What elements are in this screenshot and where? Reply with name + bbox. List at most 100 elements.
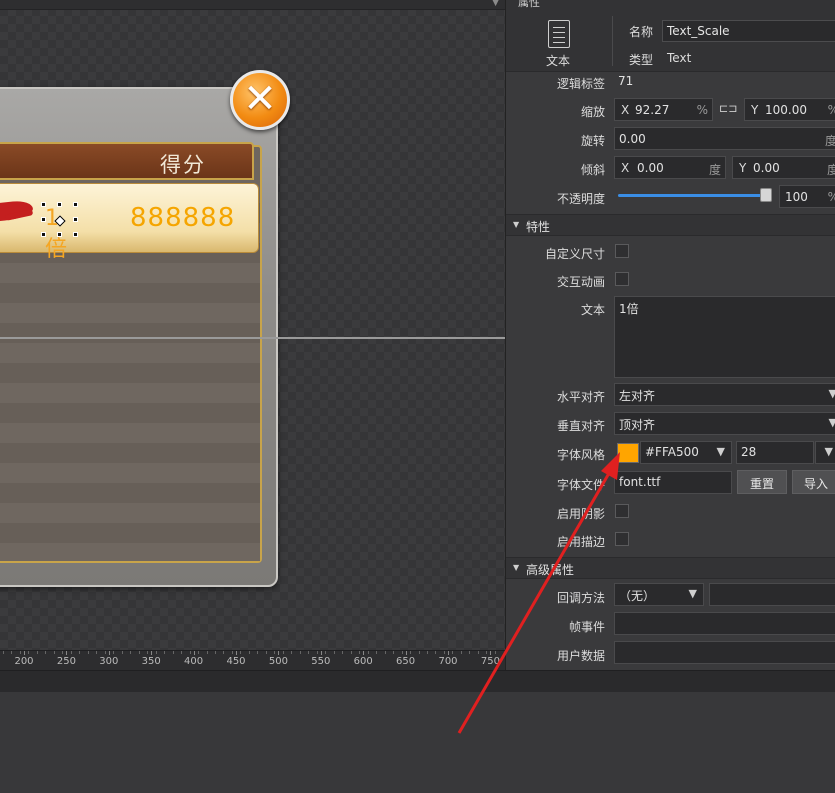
skew-y-value[interactable]: 0.00	[753, 161, 780, 175]
scene-canvas[interactable]: ▼ 得分 1倍 888888 ✕	[0, 0, 505, 650]
v-align-label: 垂直对齐	[556, 419, 605, 433]
scale-x-value[interactable]: 92.27	[635, 103, 669, 117]
opacity-value[interactable]: 100	[785, 190, 808, 204]
font-color-dropdown[interactable]: #FFA500 ▼	[640, 441, 732, 464]
ruler-tick-label: 350	[141, 656, 161, 667]
font-color-swatch[interactable]	[617, 443, 639, 463]
opacity-slider-handle[interactable]	[760, 188, 772, 202]
text-label: 文本	[580, 303, 605, 317]
ruler-minor-tick	[79, 651, 81, 654]
h-align-value: 左对齐	[619, 389, 656, 403]
close-button[interactable]: ✕	[230, 70, 290, 130]
font-size-dropdown[interactable]: ▼	[815, 441, 835, 464]
resize-handle-right[interactable]	[73, 217, 78, 222]
scale-y-prefix: Y	[751, 103, 759, 117]
ruler-minor-tick	[282, 651, 284, 654]
resize-handle-bottom-right[interactable]	[73, 232, 78, 237]
ruler-tick-mark	[278, 651, 280, 655]
interactive-anim-checkbox[interactable]	[615, 272, 629, 286]
frame-event-field[interactable]	[614, 612, 835, 635]
ruler-minor-tick	[121, 651, 123, 654]
canvas-toolbar: ▼	[0, 0, 505, 10]
v-align-dropdown[interactable]: 顶对齐 ▼	[614, 412, 835, 435]
ruler-minor-tick	[350, 651, 352, 654]
skew-y-field[interactable]: Y 0.00 度	[732, 156, 835, 179]
ruler-minor-tick	[274, 651, 276, 654]
skew-x-unit: 度	[708, 163, 721, 177]
font-size-field[interactable]: 28	[736, 441, 814, 464]
skew-label: 倾斜	[580, 163, 605, 177]
ruler-minor-tick	[87, 651, 89, 654]
logic-tag-field[interactable]: 71	[614, 71, 835, 94]
resize-handle-left[interactable]	[41, 217, 46, 222]
h-align-dropdown[interactable]: 左对齐 ▼	[614, 383, 835, 406]
frame-event-row: 帧事件	[506, 611, 835, 639]
ruler-minor-tick	[443, 651, 445, 654]
ruler-minor-tick	[11, 651, 13, 654]
enable-outline-row: 启用描边	[506, 526, 835, 554]
close-icon: ✕	[243, 76, 277, 122]
font-color-hex: #FFA500	[645, 445, 699, 459]
ruler-minor-tick	[316, 651, 318, 654]
scale-y-field[interactable]: Y 100.00 %	[744, 98, 835, 121]
ruler-tick-mark	[320, 651, 322, 655]
font-style-label: 字体风格	[556, 448, 605, 462]
properties-panel: 属性 文本 名称 Text_Scale 类型 Text 逻辑标签 71 缩放 X…	[505, 0, 835, 670]
chevron-down-icon: ▼	[829, 387, 835, 400]
divider	[612, 16, 613, 66]
ruler-minor-tick	[477, 651, 479, 654]
rotation-value[interactable]: 0.00	[619, 132, 646, 146]
link-icon[interactable]: ⊏⊐	[719, 102, 737, 115]
collapse-triangle-icon: ▼	[513, 563, 520, 572]
resize-handle-top-right[interactable]	[73, 202, 78, 207]
callback-extra-field[interactable]	[709, 583, 835, 606]
opacity-label: 不透明度	[556, 192, 605, 206]
dropdown-arrow-icon[interactable]: ▼	[492, 0, 499, 8]
ruler-minor-tick	[240, 651, 242, 654]
scale-x-field[interactable]: X 92.27 %	[614, 98, 713, 121]
features-section-header[interactable]: ▼ 特性	[506, 214, 835, 236]
ruler-minor-tick	[299, 651, 301, 654]
callback-dropdown[interactable]: （无） ▼	[614, 583, 704, 606]
ruler-minor-tick	[223, 651, 225, 654]
ruler-minor-tick	[342, 651, 344, 654]
reset-button[interactable]: 重置	[737, 470, 787, 494]
text-content-textarea[interactable]: 1倍	[614, 296, 835, 378]
type-value: Text	[667, 51, 692, 65]
resize-handle-top[interactable]	[57, 202, 62, 207]
ruler-tick-mark	[193, 651, 195, 655]
text-document-icon	[548, 20, 570, 48]
resize-handle-bottom-left[interactable]	[41, 232, 46, 237]
advanced-section-header[interactable]: ▼ 高级属性	[506, 557, 835, 579]
ruler-minor-tick	[164, 651, 166, 654]
name-field[interactable]: Text_Scale	[662, 20, 835, 42]
callback-label: 回调方法	[556, 591, 605, 605]
logic-tag-label: 逻辑标签	[556, 77, 605, 91]
ruler-minor-tick	[147, 651, 149, 654]
opacity-field[interactable]: 100 %	[779, 185, 835, 208]
ruler-minor-tick	[53, 651, 55, 654]
enable-outline-checkbox[interactable]	[615, 532, 629, 546]
selected-text-node[interactable]: 1倍	[41, 202, 78, 262]
scale-y-value[interactable]: 100.00	[765, 103, 807, 117]
user-data-field[interactable]	[614, 641, 835, 664]
custom-size-checkbox[interactable]	[615, 244, 629, 258]
skew-x-value[interactable]: 0.00	[637, 161, 664, 175]
import-button[interactable]: 导入	[792, 470, 835, 494]
ruler-minor-tick	[231, 651, 233, 654]
user-data-label: 用户数据	[556, 649, 605, 663]
resize-handle-bottom[interactable]	[57, 232, 62, 237]
h-align-row: 水平对齐 左对齐 ▼	[506, 381, 835, 409]
font-file-field[interactable]: font.ttf	[614, 471, 732, 494]
ruler-tick-mark	[448, 651, 449, 655]
enable-shadow-checkbox[interactable]	[615, 504, 629, 518]
skew-row: 倾斜 X 0.00 度 Y 0.00 度	[506, 154, 835, 182]
font-file-label: 字体文件	[556, 478, 605, 492]
resize-handle-top-left[interactable]	[41, 202, 46, 207]
guide-line-horizontal[interactable]	[0, 337, 505, 339]
horizontal-ruler: 200 250 300 350 400 450 500 550 600 650 700 750	[0, 650, 505, 670]
opacity-slider-track[interactable]	[618, 194, 768, 197]
v-align-value: 顶对齐	[619, 418, 656, 432]
rotation-field[interactable]: 0.00 度	[614, 127, 835, 150]
skew-x-field[interactable]: X 0.00 度	[614, 156, 726, 179]
